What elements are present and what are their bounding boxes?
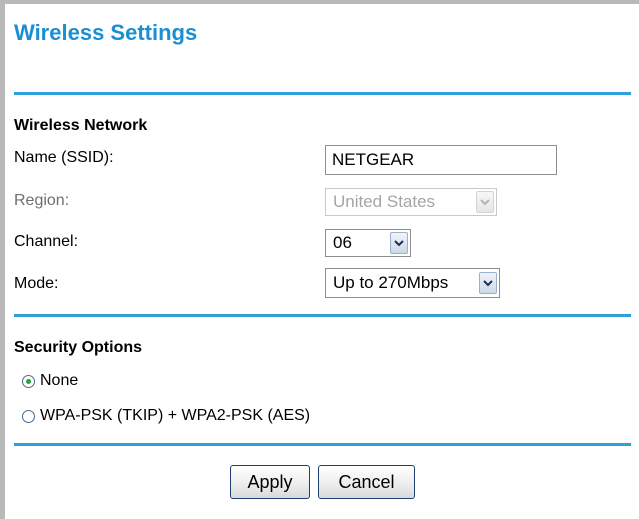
window-frame-left	[0, 0, 5, 519]
section-divider	[14, 92, 631, 95]
region-select-value: United States	[333, 192, 436, 211]
security-option-wpa-wpa2[interactable]: WPA-PSK (TKIP) + WPA2-PSK (AES)	[22, 407, 310, 425]
chevron-down-icon[interactable]	[390, 232, 408, 254]
mode-select-value: Up to 270Mbps	[333, 273, 449, 292]
security-option-none[interactable]: None	[22, 372, 78, 390]
apply-button[interactable]: Apply	[230, 465, 310, 499]
region-label: Region:	[14, 192, 70, 209]
ssid-label: Name (SSID):	[14, 149, 114, 166]
region-select: United States	[325, 188, 497, 216]
section-divider	[14, 443, 631, 446]
security-option-label: WPA-PSK (TKIP) + WPA2-PSK (AES)	[40, 407, 311, 424]
radio-button-wpa-wpa2[interactable]	[22, 409, 35, 423]
radio-button-none[interactable]	[22, 374, 35, 388]
chevron-down-icon[interactable]	[479, 272, 497, 294]
page-title: Wireless Settings	[14, 20, 198, 45]
wireless-network-heading: Wireless Network	[14, 117, 148, 134]
channel-select-value: 06	[333, 233, 352, 252]
cancel-button[interactable]: Cancel	[318, 465, 415, 499]
channel-label: Channel:	[14, 233, 79, 250]
chevron-down-icon	[476, 191, 494, 213]
mode-select[interactable]: Up to 270Mbps	[325, 268, 500, 298]
mode-label: Mode:	[14, 275, 59, 292]
channel-select[interactable]: 06	[325, 229, 411, 257]
security-options-heading: Security Options	[14, 339, 143, 356]
ssid-input[interactable]	[325, 145, 557, 175]
window-frame-top	[0, 0, 639, 4]
section-divider	[14, 314, 631, 317]
security-option-label: None	[40, 372, 79, 389]
